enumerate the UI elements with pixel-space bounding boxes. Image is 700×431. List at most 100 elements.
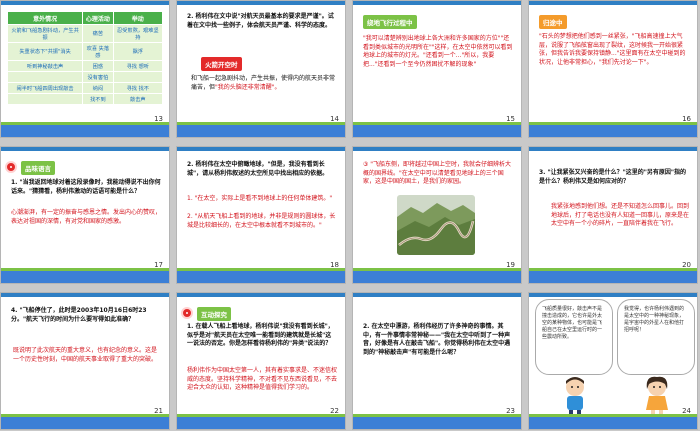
table-row: 火箭和飞船急剧抖动，产生共振 痛苦 忍受煎熬，艰难坚持 bbox=[6, 24, 164, 43]
slide-top-bar bbox=[1, 147, 169, 151]
target-icon bbox=[5, 161, 17, 173]
body-text: "石头的梦想把他们感到一丝紧张，"飞船高速撞上大气层，说服了飞船舷窗出现了裂纹，… bbox=[539, 33, 686, 66]
answer-text: 心潮澎湃，有一定的振奋与感恩之情。发出内心的赞叹，表达对祖国的深情，有对党和国家… bbox=[11, 209, 162, 225]
section-tag: 互动探究 bbox=[197, 307, 231, 321]
table-cell: 忍受煎熬，艰难坚持 bbox=[112, 24, 164, 43]
table-cell: 找不到 bbox=[82, 93, 114, 105]
slide-number: 14 bbox=[330, 115, 339, 123]
table-cell: 失重状态下"共振"消失 bbox=[6, 42, 84, 61]
slide-bottom-bar bbox=[353, 125, 521, 137]
table-row: 没有害怕 bbox=[6, 71, 164, 83]
slide-bottom-bar bbox=[353, 271, 521, 283]
slide-number: 18 bbox=[330, 261, 339, 269]
answer-text-2: 2. "从航天飞船上看到的地球，并非是规则的圆球体，长城是比较细长的，在太空中根… bbox=[187, 213, 336, 229]
question-text: 1. 在载人飞船上看地球，杨利伟说"我没有看到长城"，似乎是对"航天员在太空唯一… bbox=[187, 323, 334, 348]
answer-text: 和飞船一起急剧抖动，产生共振，使得内的航天员非常痛苦，但"我的头脑还非常清醒"。 bbox=[191, 75, 337, 92]
table-cell: 飘浮 bbox=[112, 42, 164, 61]
slide-top-bar bbox=[1, 293, 169, 297]
slide-thumbnail-17[interactable]: 品味语言 1. "当我返回地球对着这段录像时，我能动得说不出你何话来。"猜猜看，… bbox=[0, 146, 170, 284]
table-header: 心理活动 bbox=[82, 11, 114, 25]
slide-number: 20 bbox=[682, 261, 691, 269]
slide-top-bar bbox=[353, 1, 521, 5]
slide-bottom-bar bbox=[353, 417, 521, 429]
table-row: 找不到 敲击声 bbox=[6, 93, 164, 105]
table-row: 闹半时飞船四周出现敲击 纳闷 寻找 找不 bbox=[6, 82, 164, 94]
section-tag: 火箭开空时 bbox=[201, 57, 242, 71]
slide-thumbnail-20[interactable]: 3. "让我紧张又兴奋的是什么？"这里的"另有原因"指的是什么？杨利伟又是如何应… bbox=[528, 146, 698, 284]
answer-text: 我紧张地感到他们想。还是不知道怎么回事儿。回到地球后，打了电话也没有人知道一回事… bbox=[551, 203, 690, 228]
speech-bubble-right: 我觉得，也许杨利伟遇到的是太空中的一种神秘现象，是宇宙中的外星人在和他打招呼呢！ bbox=[617, 299, 695, 375]
slide-thumbnail-21[interactable]: 4. "飞船停住了，此时是2003年10月16日6时23分。"航天飞行的时间为什… bbox=[0, 292, 170, 430]
slide-top-bar bbox=[177, 293, 345, 297]
section-tag: 品味语言 bbox=[21, 161, 55, 175]
table-cell: 纳闷 bbox=[82, 82, 114, 94]
slide-thumbnail-13[interactable]: 意外情况 心理活动 举动 火箭和飞船急剧抖动，产生共振 痛苦 忍受煎熬，艰难坚持… bbox=[0, 0, 170, 138]
table-cell: 闹半时飞船四周出现敲击 bbox=[6, 82, 84, 94]
slide-thumbnail-grid: 意外情况 心理活动 举动 火箭和飞船急剧抖动，产生共振 痛苦 忍受煎熬，艰难坚持… bbox=[0, 0, 700, 431]
slide-bottom-bar bbox=[177, 417, 345, 429]
slide-bottom-bar bbox=[177, 271, 345, 283]
great-wall-image bbox=[397, 195, 475, 255]
slide-thumbnail-22[interactable]: 互动探究 1. 在载人飞船上看地球，杨利伟说"我没有看到长城"，似乎是对"航天员… bbox=[176, 292, 346, 430]
slide-top-bar bbox=[529, 293, 697, 297]
slide-top-bar bbox=[177, 147, 345, 151]
table-cell: 敲击声 bbox=[112, 93, 164, 105]
slide-bottom-bar bbox=[1, 125, 169, 137]
great-wall-photo bbox=[397, 195, 475, 255]
table-cell: 寻找 找不 bbox=[112, 82, 164, 94]
table-cell: 火箭和飞船急剧抖动，产生共振 bbox=[6, 24, 84, 43]
question-text: ③ "飞船东侧，即将越过中国上空时，我就会仔细辨析大概的国界线。"在太空中可以清… bbox=[363, 161, 512, 186]
slide-top-bar bbox=[353, 293, 521, 297]
table-header: 举动 bbox=[112, 11, 164, 25]
answer-text-1: 1. "在太空，实际上是看不到地球上的任何单体建筑。" bbox=[187, 195, 333, 202]
slide-thumbnail-24[interactable]: 飞船质量很好，敲击声不是撞击造成的，它也许是外太空的某种物体，也可能是飞船自己在… bbox=[528, 292, 698, 430]
question-text: 4. "飞船停住了，此时是2003年10月16日6时23分。"航天飞行的时间为什… bbox=[11, 307, 147, 323]
table-cell: 困惑 bbox=[82, 60, 114, 72]
speech-bubble-left: 飞船质量很好，敲击声不是撞击造成的，它也许是外太空的某种物体，也可能是飞船自己在… bbox=[535, 299, 613, 375]
slide-number: 21 bbox=[154, 407, 163, 415]
answer-text: 既说明了此次航天的重大意义，也有纪念的意义。这是一个历史性时刻，中国的航天事业取… bbox=[13, 347, 158, 363]
girl-cartoon-icon bbox=[646, 376, 668, 415]
table-cell bbox=[112, 71, 164, 83]
slide-thumbnail-16[interactable]: 归途中 "石头的梦想把他们感到一丝紧张，"飞船高速撞上大气层，说服了飞船舷窗出现… bbox=[528, 0, 698, 138]
slide-bottom-bar bbox=[1, 417, 169, 429]
situation-table: 意外情况 心理活动 举动 火箭和飞船急剧抖动，产生共振 痛苦 忍受煎熬，艰难坚持… bbox=[6, 11, 164, 105]
slide-top-bar bbox=[177, 1, 345, 5]
slide-top-bar bbox=[529, 147, 697, 151]
slide-top-bar bbox=[529, 1, 697, 5]
table-cell: 痛苦 bbox=[82, 24, 114, 43]
table-cell: 欢喜 失落感 bbox=[82, 42, 114, 61]
slide-number: 16 bbox=[682, 115, 691, 123]
table-cell bbox=[6, 71, 84, 83]
question-text: 2. 杨利伟在太空中俯瞰地球，"但是，我没有看到长城"，请从杨利伟叙述的太空所见… bbox=[187, 161, 329, 177]
answer-highlight: "我的头脑还非常清醒"。 bbox=[215, 83, 281, 91]
slide-top-bar bbox=[1, 1, 169, 5]
question-text: 3. "让我紧张又兴奋的是什么？"这里的"另有原因"指的是什么？杨利伟又是如何应… bbox=[539, 169, 687, 185]
section-tag: 归途中 bbox=[539, 15, 567, 29]
table-cell: 寻找 想听 bbox=[112, 60, 164, 72]
slide-thumbnail-14[interactable]: 2. 杨利伟在文中说"对航天员最基本的要求是严谨"。试着在文中找一些例子，体会航… bbox=[176, 0, 346, 138]
table-cell bbox=[6, 93, 84, 105]
table-row: 失重状态下"共振"消失 欢喜 失落感 飘浮 bbox=[6, 42, 164, 61]
question-text: 1. "当我返回地球对着这段录像时，我能动得说不出你何话来。"猜猜看，杨利伟激动… bbox=[11, 179, 161, 195]
slide-thumbnail-19[interactable]: ③ "飞船东侧，即将越过中国上空时，我就会仔细辨析大概的国界线。"在太空中可以清… bbox=[352, 146, 522, 284]
slide-number: 15 bbox=[506, 115, 515, 123]
body-text: "我可以清楚辨别出地球上各大洲和许多国家的方位""还看到类似城市的光明所在""这… bbox=[363, 35, 513, 68]
slide-number: 23 bbox=[506, 407, 515, 415]
slide-bottom-bar bbox=[529, 125, 697, 137]
slide-number: 17 bbox=[154, 261, 163, 269]
slide-thumbnail-15[interactable]: 绕地飞行过程中 "我可以清楚辨别出地球上各大洲和许多国家的方位""还看到类似城市… bbox=[352, 0, 522, 138]
slide-number: 19 bbox=[506, 261, 515, 269]
section-tag: 绕地飞行过程中 bbox=[363, 15, 417, 29]
answer-text: 杨利伟作为中国太空第一人，其有着实事求是、不迷信权威的态度。坚持科学精神，不对看… bbox=[187, 367, 338, 392]
table-cell: 听到神秘敲击声 bbox=[6, 60, 84, 72]
boy-cartoon-icon bbox=[566, 377, 584, 415]
slide-bottom-bar bbox=[529, 271, 697, 283]
slide-thumbnail-23[interactable]: 2. 在太空中漂游，杨利伟经历了许多神奇的事情。其中，有一件事情非常神秘——"我… bbox=[352, 292, 522, 430]
slide-thumbnail-18[interactable]: 2. 杨利伟在太空中俯瞰地球，"但是，我没有看到长城"，请从杨利伟叙述的太空所见… bbox=[176, 146, 346, 284]
target-icon bbox=[181, 307, 193, 319]
slide-top-bar bbox=[353, 147, 521, 151]
slide-number: 24 bbox=[682, 407, 691, 415]
table-row: 听到神秘敲击声 困惑 寻找 想听 bbox=[6, 60, 164, 72]
slide-number: 22 bbox=[330, 407, 339, 415]
